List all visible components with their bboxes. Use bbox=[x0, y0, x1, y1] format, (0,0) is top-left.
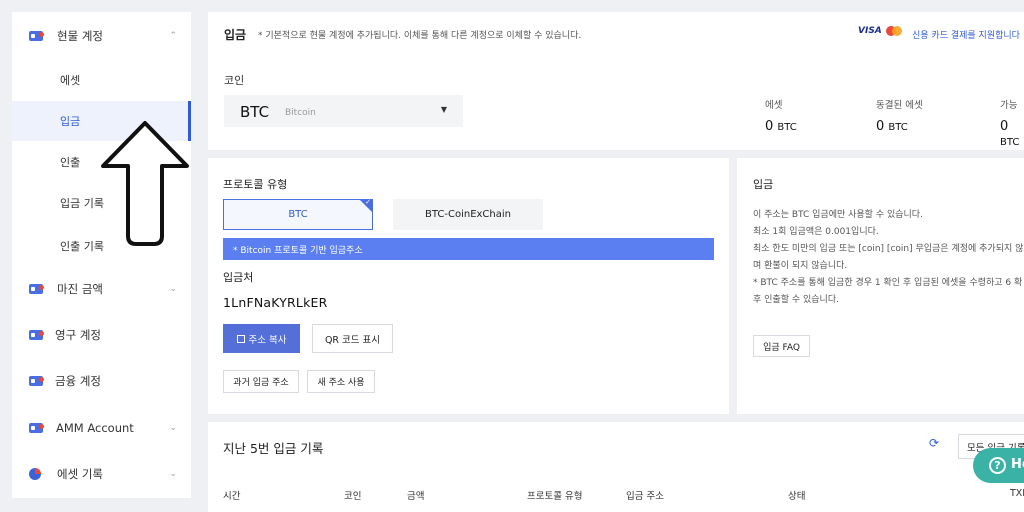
caret-down-icon: ▼ bbox=[440, 105, 447, 114]
check-icon: ✓ bbox=[365, 198, 371, 206]
balance-value: 0 bbox=[765, 119, 774, 134]
show-qr-button[interactable]: QR 코드 표시 bbox=[312, 324, 393, 353]
sidebar-item-label: 마진 금액 bbox=[57, 282, 103, 296]
column-header-txid: TXID bbox=[1010, 488, 1024, 499]
coin-select[interactable]: BTC Bitcoin ▼ bbox=[224, 95, 463, 127]
page-title: 입금 bbox=[224, 28, 247, 42]
amm-icon bbox=[29, 423, 44, 433]
protocol-title: 프로토콜 유형 bbox=[223, 178, 288, 191]
protocol-info-bar: * Bitcoin 프로토콜 기반 입금주소 bbox=[223, 238, 714, 260]
balance-unit: BTC bbox=[1000, 137, 1020, 148]
protocol-panel: 프로토콜 유형 BTC ✓ BTC-CoinExChain * Bitcoin … bbox=[208, 158, 729, 414]
balance-label: 가능 bbox=[1000, 100, 1018, 111]
history-title: 지난 5번 입금 기록 bbox=[223, 441, 324, 456]
header-note: * 기본적으로 현물 계정에 추가됩니다. 이체를 통해 다른 계정으로 이체할… bbox=[258, 31, 582, 41]
info-line: 최소 1회 입금액은 0.001입니다. bbox=[753, 227, 879, 237]
deposit-header-panel: 입금 * 기본적으로 현물 계정에 추가됩니다. 이체를 통해 다른 계정으로 … bbox=[208, 12, 1024, 150]
sidebar-item-amm[interactable]: AMM Account ⌄ bbox=[12, 408, 191, 448]
address-label: 입금처 bbox=[223, 271, 254, 284]
column-header-coin: 코인 bbox=[344, 491, 362, 502]
deposit-faq-button[interactable]: 입금 FAQ bbox=[753, 335, 810, 357]
coin-label: 코인 bbox=[224, 74, 245, 87]
column-header-amount: 금액 bbox=[407, 491, 425, 502]
column-header-time: 시간 bbox=[223, 491, 241, 502]
sidebar-item-finance[interactable]: 금융 계정 bbox=[12, 361, 191, 401]
chevron-down-icon: ⌄ bbox=[169, 469, 177, 479]
sidebar-item-asset-history[interactable]: 에셋 기록 ⌄ bbox=[12, 454, 191, 494]
sidebar-item-spot-account[interactable]: 현물 계정 ⌃ bbox=[12, 16, 191, 56]
chevron-down-icon: ⌄ bbox=[169, 284, 177, 294]
balance-unit: BTC bbox=[888, 122, 908, 133]
balance-frozen: 동결된 에셋 0 BTC bbox=[876, 97, 923, 134]
deposit-history-panel: 지난 5번 입금 기록 ⟳ 모든 입금 기록 시간 코인 금액 프로토콜 유형 … bbox=[208, 422, 1024, 512]
deposit-address: 1LnFNaKYRLkER bbox=[223, 295, 328, 310]
credit-card-link[interactable]: 신용 카드 결제를 지원합니다 bbox=[912, 28, 1020, 41]
info-text: 이 주소는 BTC 입금에만 사용할 수 있습니다. 최소 1회 입금액은 0.… bbox=[753, 207, 1024, 309]
sidebar: 현물 계정 ⌃ 에셋 입금 인출 입금 기록 인출 기록 마진 금액 ⌄ 영구 … bbox=[12, 12, 191, 498]
balance-label: 동결된 에셋 bbox=[876, 100, 923, 111]
help-icon: ? bbox=[989, 457, 1006, 474]
protocol-option-coinexchain[interactable]: BTC-CoinExChain bbox=[393, 199, 543, 230]
new-address-button[interactable]: 새 주소 사용 bbox=[307, 370, 375, 393]
protocol-option-label: BTC bbox=[288, 209, 308, 220]
balance-available: 가능 0 BTC bbox=[1000, 97, 1024, 149]
card-logos: VISA bbox=[858, 25, 904, 37]
chevron-down-icon: ⌄ bbox=[169, 423, 177, 433]
info-line: * BTC 주소를 통해 입금한 경우 1 확인 후 입금된 에셋을 수령하고 … bbox=[753, 278, 1023, 288]
margin-icon bbox=[29, 284, 44, 294]
sidebar-item-perpetual[interactable]: 영구 계정 bbox=[12, 315, 191, 355]
copy-icon bbox=[236, 334, 245, 343]
balance-value: 0 bbox=[876, 119, 885, 134]
protocol-option-btc[interactable]: BTC ✓ bbox=[223, 198, 373, 230]
sidebar-subitem-label: 입금 bbox=[60, 115, 81, 128]
asset-history-icon bbox=[29, 468, 41, 480]
info-title: 입금 bbox=[753, 178, 774, 191]
annotation-arrow bbox=[101, 121, 189, 246]
sidebar-item-margin[interactable]: 마진 금액 ⌄ bbox=[12, 269, 191, 309]
sidebar-subitem-label: 에셋 bbox=[60, 74, 81, 87]
sidebar-subitem-assets[interactable]: 에셋 bbox=[12, 60, 191, 100]
mastercard-logo-icon bbox=[884, 25, 904, 37]
sidebar-item-label: 현물 계정 bbox=[57, 29, 103, 43]
balance-assets: 에셋 0 BTC bbox=[765, 97, 797, 134]
balance-value: 0 bbox=[1000, 119, 1009, 134]
sidebar-item-label: 에셋 기록 bbox=[57, 467, 103, 481]
visa-logo-icon: VISA bbox=[858, 26, 882, 36]
perpetual-icon bbox=[29, 330, 44, 340]
info-line: 며 환불이 되지 않습니다. bbox=[753, 261, 848, 271]
copy-address-button[interactable]: 주소 복사 bbox=[223, 324, 300, 353]
copy-address-label: 주소 복사 bbox=[248, 334, 287, 346]
wallet-icon bbox=[29, 31, 44, 41]
coin-name: Bitcoin bbox=[285, 108, 316, 118]
info-line: 후 인출할 수 있습니다. bbox=[753, 295, 839, 305]
chevron-up-icon: ⌃ bbox=[169, 31, 177, 41]
help-button[interactable]: ? Help bbox=[973, 448, 1024, 483]
balance-unit: BTC bbox=[777, 122, 797, 133]
column-header-address: 입금 주소 bbox=[626, 491, 664, 502]
past-addresses-button[interactable]: 과거 입금 주소 bbox=[223, 370, 299, 393]
column-header-protocol: 프로토콜 유형 bbox=[527, 491, 583, 502]
sidebar-item-label: AMM Account bbox=[56, 421, 134, 435]
finance-icon bbox=[29, 376, 44, 386]
protocol-option-label: BTC-CoinExChain bbox=[425, 209, 511, 220]
info-line: 최소 한도 미만의 입금 또는 [coin] [coin] 무입금은 계정에 추… bbox=[753, 244, 1024, 254]
balance-label: 에셋 bbox=[765, 100, 783, 111]
coin-symbol: BTC bbox=[240, 103, 270, 121]
sidebar-item-label: 영구 계정 bbox=[55, 328, 101, 342]
sidebar-subitem-label: 인출 bbox=[60, 156, 81, 169]
info-line: 이 주소는 BTC 입금에만 사용할 수 있습니다. bbox=[753, 210, 923, 220]
sidebar-item-label: 금융 계정 bbox=[55, 374, 101, 388]
deposit-info-panel: 입금 이 주소는 BTC 입금에만 사용할 수 있습니다. 최소 1회 입금액은… bbox=[737, 158, 1024, 414]
help-label: Help bbox=[1011, 457, 1024, 472]
column-header-status: 상태 bbox=[788, 491, 806, 502]
refresh-icon[interactable]: ⟳ bbox=[929, 437, 942, 450]
